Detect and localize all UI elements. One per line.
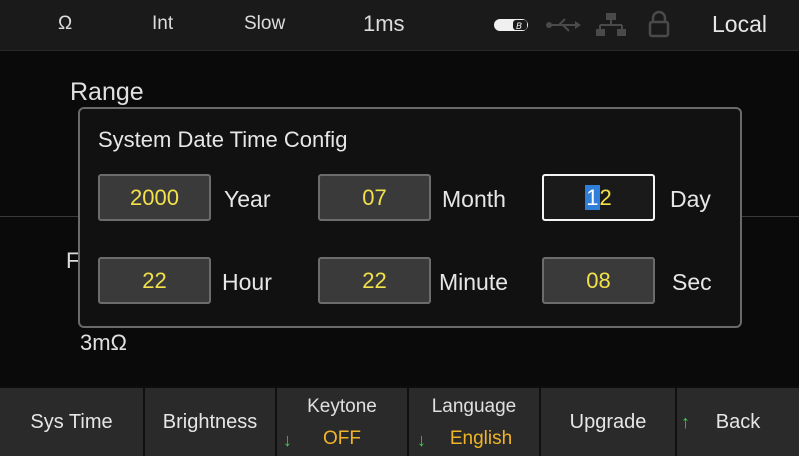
sys-time-label: Sys Time [30,411,113,433]
keytone-label: Keytone [307,396,377,417]
day-field-rest: 2 [599,185,612,210]
speed-indicator: Slow [244,13,286,34]
hour-label: Hour [222,269,272,295]
sec-field[interactable]: 08 [542,257,655,304]
back-label: Back [715,411,761,433]
range-label: Range [70,78,144,106]
minute-field[interactable]: 22 [318,257,431,304]
aperture-indicator: 1ms [363,11,405,36]
brightness-label: Brightness [162,411,258,433]
upgrade-label: Upgrade [569,411,647,433]
sec-label: Sec [672,269,712,295]
language-softkey[interactable]: Language ↓ English [409,388,541,456]
back-softkey[interactable]: ↑ Back [677,388,799,456]
upgrade-softkey[interactable]: Upgrade [541,388,677,456]
day-field[interactable]: 12 [542,174,655,221]
lock-icon [648,10,670,38]
sys-time-softkey[interactable]: Sys Time [0,388,145,456]
minute-label: Minute [439,269,509,295]
language-value: English [449,428,513,449]
usb-icon [546,18,581,32]
softkey-bar: Sys Time Brightness Keytone ↓ OFF Langua… [0,388,799,456]
battery-icon: B [494,19,528,32]
keytone-softkey[interactable]: Keytone ↓ OFF [277,388,409,456]
day-label: Day [670,186,711,212]
status-bar: Ω Int Slow 1ms B Local [0,0,799,51]
remote-local-indicator: Local [712,11,767,37]
integration-indicator: Int [152,13,174,34]
year-field[interactable]: 2000 [98,174,211,221]
language-label: Language [431,396,517,417]
text-cursor: 1 [585,185,600,210]
date-time-config-dialog: System Date Time Config 2000 Year 07 Mon… [78,107,742,328]
network-icon [596,13,626,36]
dialog-title: System Date Time Config [98,127,348,152]
keytone-value: OFF [323,428,361,449]
svg-text:B: B [516,22,522,32]
year-label: Year [224,186,271,212]
range-value: 3mΩ [80,330,128,355]
month-label: Month [442,186,506,212]
brightness-softkey[interactable]: Brightness [145,388,277,456]
hour-field[interactable]: 22 [98,257,211,304]
measure-mode: Ω [58,13,73,34]
month-field[interactable]: 07 [318,174,431,221]
arrow-up-icon: ↑ [681,412,690,432]
